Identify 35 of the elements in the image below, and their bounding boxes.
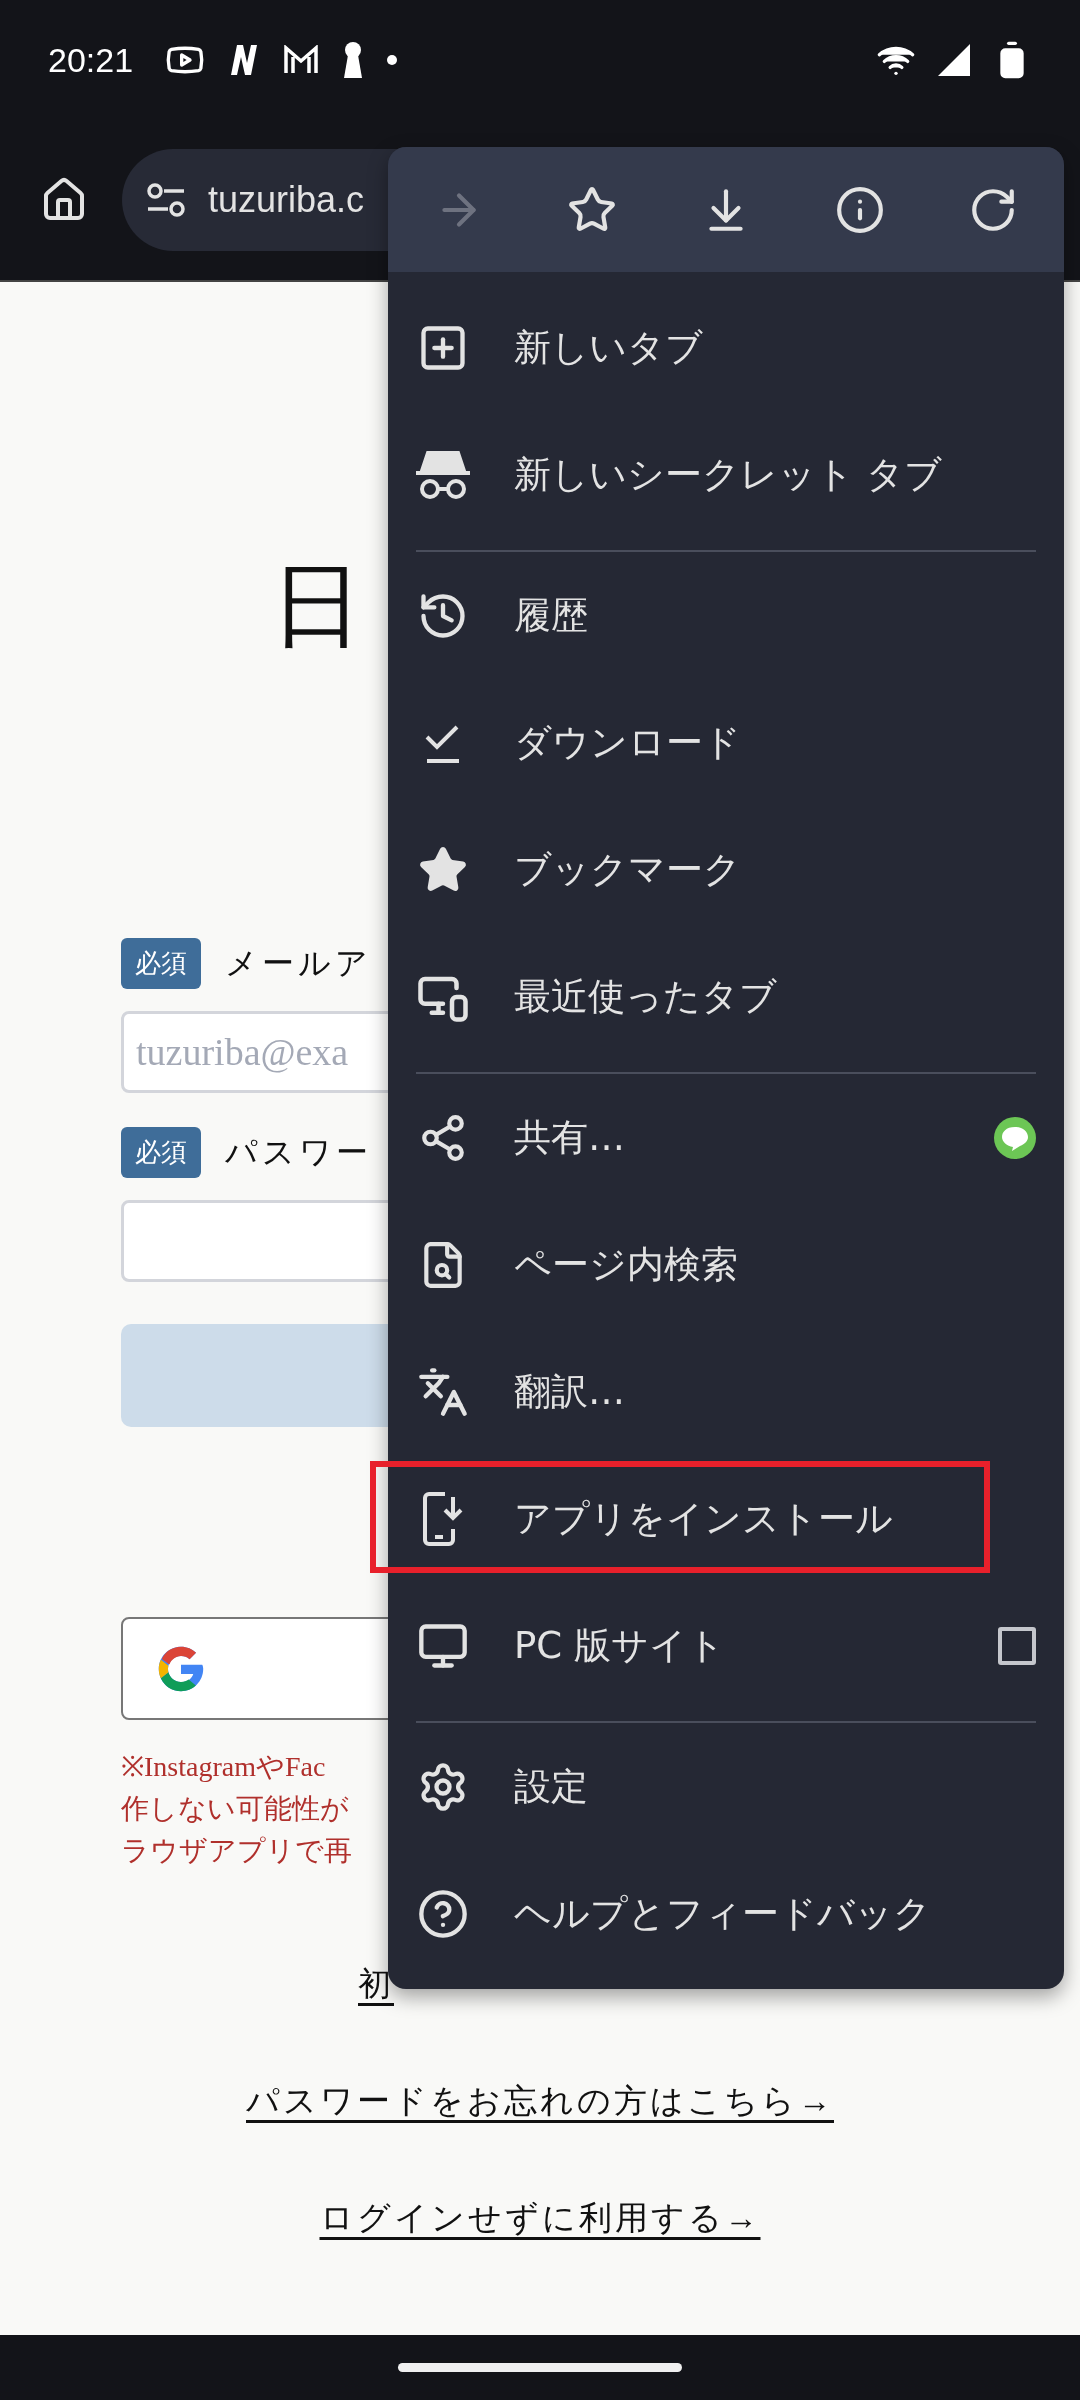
menu-item[interactable]: 履歴 — [388, 552, 1064, 679]
url-text: tuzuriba.c — [208, 179, 365, 221]
translate-icon — [417, 1365, 469, 1418]
status-time: 20:21 — [48, 40, 134, 80]
menu-item[interactable]: アプリをインストール — [388, 1455, 1064, 1582]
notice-text: ※InstagramやFac — [121, 1750, 326, 1784]
menu-item[interactable]: 新しいタブ — [388, 284, 1064, 411]
menu-item[interactable]: 共有… — [388, 1074, 1064, 1201]
page-title: 日 — [271, 554, 363, 659]
menu-item[interactable]: ダウンロード — [388, 679, 1064, 806]
menu-item[interactable]: 翻訳… — [388, 1328, 1064, 1455]
chat-app-logo-icon[interactable] — [994, 1116, 1036, 1159]
checkbox[interactable] — [998, 1626, 1036, 1665]
notice-text: ラウザアプリで再 — [121, 1834, 352, 1868]
text-link[interactable]: ログインせずに利用する→ — [319, 2196, 761, 2241]
text-link[interactable]: パスワードをお忘れの方はこちら→ — [246, 2079, 834, 2124]
signal-icon — [938, 44, 970, 76]
menu-item[interactable]: ヘルプとフィードバック — [388, 1850, 1064, 1977]
dot-icon — [387, 55, 398, 65]
mail-logo-icon — [283, 45, 320, 75]
menu-item[interactable]: 最近使ったタブ — [388, 933, 1064, 1060]
incognito-icon — [414, 448, 472, 501]
field-label: パスワー — [225, 1132, 372, 1172]
help-icon — [417, 1887, 469, 1940]
menu-item[interactable]: PC 版サイト — [388, 1582, 1064, 1709]
info-icon — [834, 184, 885, 235]
menu-item[interactable]: 新しいシークレット タブ — [388, 411, 1064, 538]
site-settings-icon — [146, 182, 186, 218]
required-badge: 必須 — [121, 1127, 201, 1178]
menu-item[interactable]: ページ内検索 — [388, 1201, 1064, 1328]
menu-item[interactable]: ブックマーク — [388, 806, 1064, 933]
menu-item[interactable]: 設定 — [388, 1723, 1064, 1850]
required-badge: 必須 — [121, 938, 201, 989]
field-label: メールア — [225, 943, 372, 983]
notice-text: 作しない可能性が — [121, 1792, 349, 1826]
